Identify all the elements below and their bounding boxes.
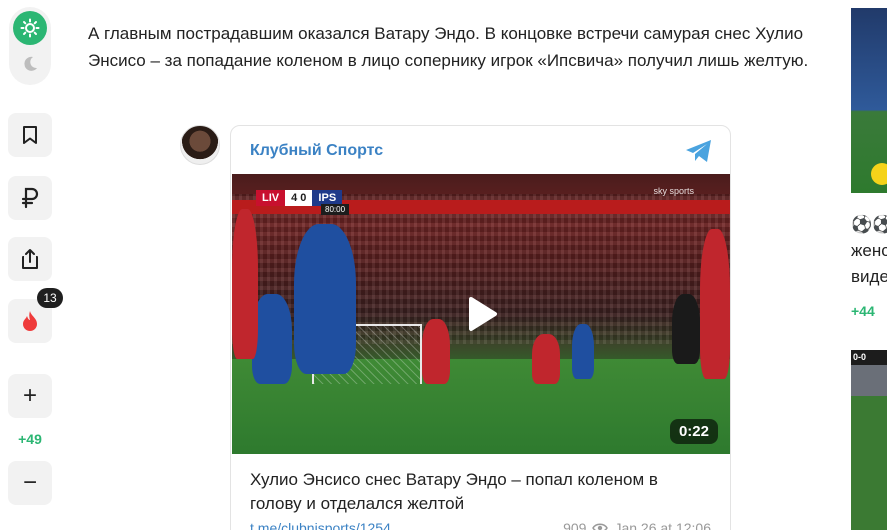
match-score: 4 0 [285, 190, 313, 206]
left-action-rail: 13 + +49 − [0, 0, 63, 530]
theme-switcher [9, 7, 51, 85]
sidebar-headline-line: ⚽⚽ М [851, 215, 887, 234]
views-count: 909 [563, 520, 587, 530]
player-figure [700, 229, 730, 379]
bookmark-button[interactable] [8, 113, 52, 157]
player-figure [294, 224, 356, 374]
sidebar-rating: +44 [851, 303, 875, 319]
fire-count-badge: 13 [37, 288, 63, 308]
share-icon [22, 249, 38, 269]
player-figure [422, 319, 450, 384]
rating-value: +49 [18, 431, 42, 447]
fire-icon [23, 311, 37, 331]
play-icon[interactable] [461, 295, 499, 333]
eye-icon [592, 523, 609, 530]
sidebar-thumbnail[interactable]: 0-0 [851, 350, 887, 530]
sun-icon [20, 18, 40, 38]
channel-name[interactable]: Клубный Спортс [250, 142, 383, 160]
downvote-button[interactable]: − [8, 461, 52, 505]
post-link[interactable]: t.me/clubnisports/1254 [250, 520, 391, 530]
match-time: 80:00 [321, 204, 350, 215]
telegram-post-embed: Клубный Спортс LIV 4 0 IPS 80:00 sky spo… [230, 125, 731, 530]
article-paragraph: А главным пострадавшим оказался Ватару Э… [88, 24, 809, 70]
player-figure [232, 209, 258, 359]
channel-avatar[interactable] [180, 125, 220, 165]
player-figure [572, 324, 594, 379]
moon-icon [24, 56, 37, 71]
telegram-icon[interactable] [684, 138, 714, 164]
light-theme-button[interactable] [13, 11, 47, 45]
player-figure [672, 294, 700, 364]
video-duration: 0:22 [669, 419, 718, 444]
upvote-button[interactable]: + [8, 374, 52, 418]
home-team: LIV [256, 190, 286, 206]
ball-shape [871, 163, 887, 185]
donate-button[interactable] [8, 176, 52, 220]
post-meta: 909 Jan 26 at 12:06 [563, 520, 711, 530]
plus-icon: + [22, 382, 37, 409]
ruble-icon [21, 187, 39, 209]
thumbnail-score: 0-0 [853, 352, 867, 362]
sidebar-headline[interactable]: ⚽⚽ М женс виде [851, 212, 887, 290]
dark-theme-button[interactable] [13, 47, 47, 81]
sidebar-thumbnail[interactable] [851, 8, 887, 193]
video-player[interactable]: LIV 4 0 IPS 80:00 sky sports 0:22 [232, 174, 730, 454]
minus-icon: − [22, 469, 37, 496]
sidebar-headline-line: женс [851, 241, 887, 260]
player-figure [532, 334, 560, 384]
player-figure [252, 294, 292, 384]
share-button[interactable] [8, 237, 52, 281]
bookmark-icon [23, 126, 37, 144]
broadcaster-logo: sky sports [653, 186, 694, 196]
sidebar-headline-line: виде [851, 267, 887, 286]
post-date: Jan 26 at 12:06 [614, 520, 711, 530]
post-caption: Хулио Энсисо снес Ватару Эндо – попал ко… [250, 470, 658, 513]
